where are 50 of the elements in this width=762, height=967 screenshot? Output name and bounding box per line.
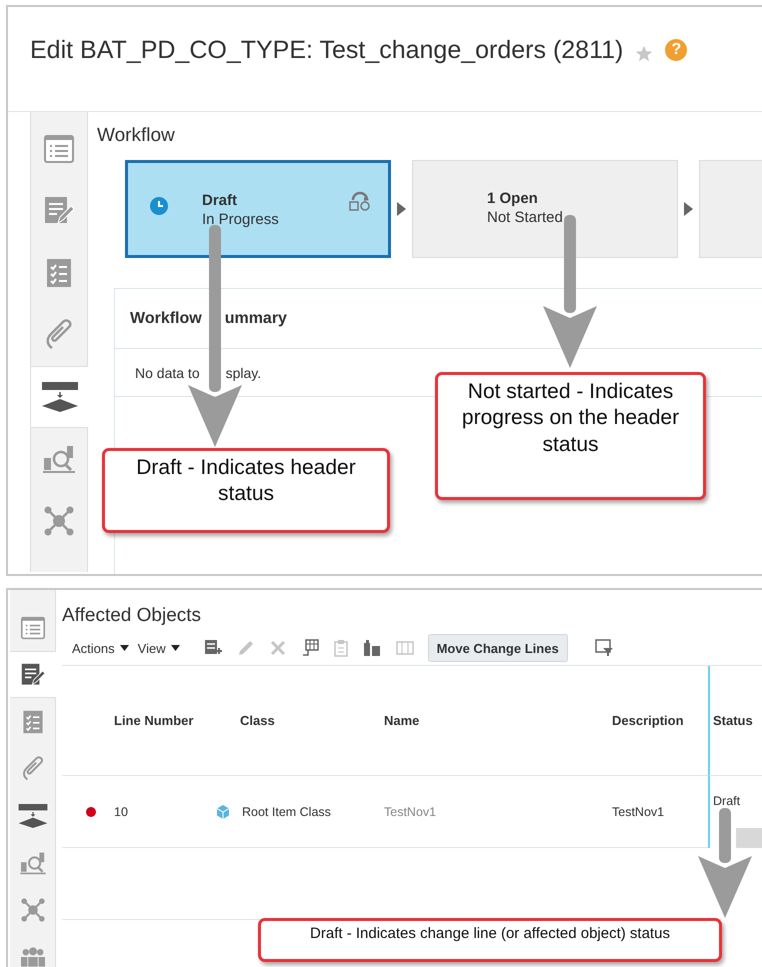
cube-icon — [216, 804, 230, 818]
reassign-icon[interactable] — [348, 191, 372, 211]
workflow-step[interactable]: 1 Open Not Started — [412, 160, 678, 258]
add-row-icon[interactable] — [204, 639, 222, 657]
callout: Not started - Indicates progress on the header status — [435, 372, 706, 500]
stacks-icon[interactable] — [362, 639, 381, 657]
callout: Draft - Indicates header status — [102, 448, 390, 533]
column-header[interactable]: Status — [713, 713, 753, 728]
network-icon — [44, 506, 74, 536]
section-title: Affected Objects — [62, 605, 202, 627]
column-header[interactable]: Class — [240, 713, 275, 728]
callout: Draft - Indicates change line (or affected object) status — [258, 918, 722, 962]
clock-icon — [150, 197, 168, 215]
sidebar-tab[interactable] — [31, 366, 88, 428]
table-cell: 10 — [114, 804, 128, 818]
table-cell: TestNov1 — [612, 804, 664, 818]
move-change-lines-button[interactable]: Move Change Lines — [428, 634, 568, 662]
table-cell: Root Item Class — [242, 804, 331, 818]
section-title: Workflow — [97, 125, 175, 147]
step-name: Draft — [202, 191, 238, 210]
column-header[interactable]: Name — [384, 713, 420, 728]
column-header[interactable]: Description — [612, 713, 684, 728]
caret-icon — [170, 645, 180, 651]
step-status: In Progress — [202, 210, 279, 229]
step-name: 1 Open — [487, 189, 539, 208]
chart-search-icon — [43, 444, 75, 474]
workflow-step[interactable]: Draft In Progress — [125, 160, 391, 258]
checklist-icon — [46, 258, 72, 288]
column-header[interactable]: Line Number — [114, 713, 194, 728]
sidebar-tab[interactable] — [10, 651, 56, 698]
summary-title: Workflow — [130, 310, 202, 328]
page-title: Edit BAT_PD_CO_TYPE: Test_change_orders (2811) — [30, 36, 624, 64]
summary-title: ummary — [224, 310, 287, 328]
menu-button[interactable]: Actions — [72, 640, 129, 656]
table-cell: Draft — [713, 794, 740, 808]
favorite-star-icon[interactable] — [635, 45, 654, 63]
workflow-icon — [40, 381, 78, 413]
paperclip-icon — [44, 318, 74, 352]
next-step-icon — [684, 202, 693, 216]
filter-icon[interactable] — [594, 639, 613, 657]
menu-button[interactable]: View — [138, 640, 180, 656]
empty-message: No data to — [135, 364, 200, 380]
edit-document-icon — [44, 196, 74, 226]
list-icon — [44, 135, 74, 163]
step-status: Not Started — [487, 208, 563, 227]
caret-icon — [120, 645, 129, 651]
empty-message: splay. — [226, 364, 262, 380]
split-table-icon[interactable] — [300, 639, 319, 657]
table-cell[interactable]: TestNov1 — [384, 804, 436, 818]
next-step-icon — [397, 202, 406, 216]
